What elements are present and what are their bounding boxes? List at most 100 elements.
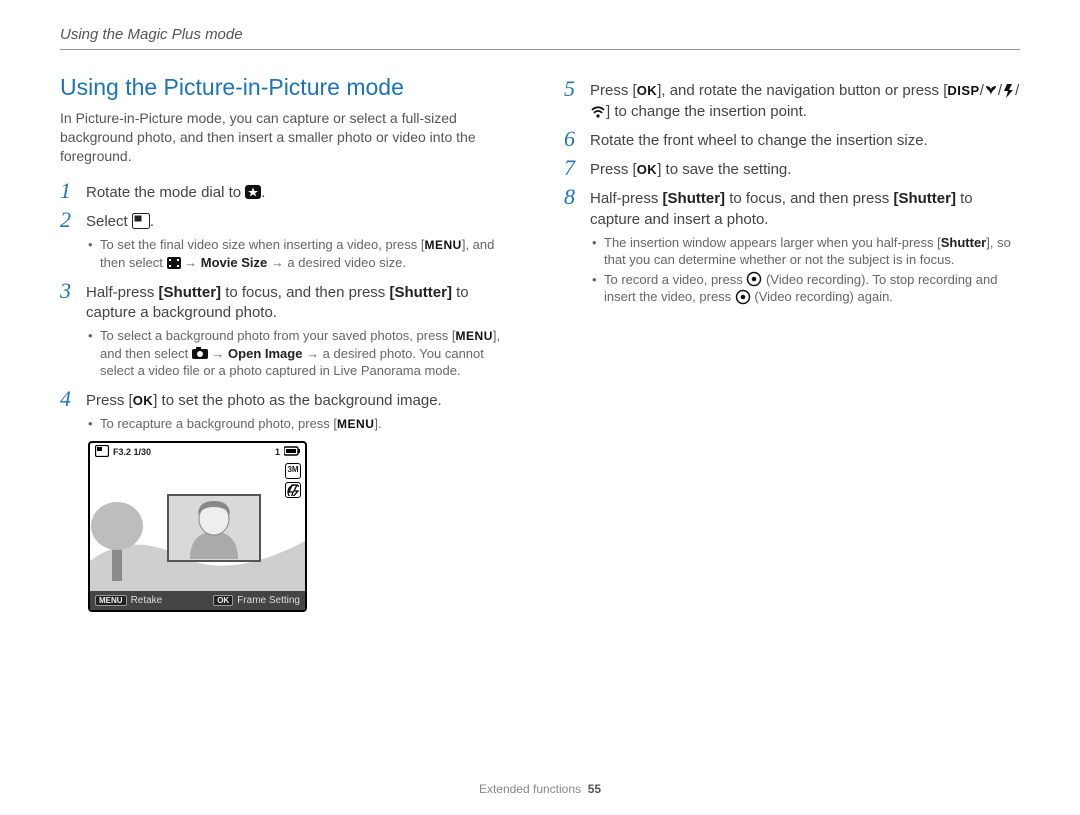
step-body: Half-press [Shutter] to focus, and then … xyxy=(86,280,516,324)
lcd-illustration: F3.2 1/30 1 xyxy=(88,441,307,613)
section-header: Using the Magic Plus mode xyxy=(60,25,1020,45)
note-text: To record a video, press xyxy=(604,272,746,287)
step-1: 1 Rotate the mode dial to . xyxy=(60,180,516,203)
intro-paragraph: In Picture-in-Picture mode, you can capt… xyxy=(60,109,516,166)
lcd-topbar: F3.2 1/30 1 xyxy=(90,443,305,461)
step-6: 6 Rotate the front wheel to change the i… xyxy=(564,128,1020,151)
note-item: To select a background photo from your s… xyxy=(88,327,516,380)
menu-button-label: MENU xyxy=(456,328,493,344)
step-text: . xyxy=(261,184,265,201)
rec-icon xyxy=(735,289,751,305)
flash-off-icon xyxy=(285,482,301,498)
pip-mode-icon xyxy=(132,213,150,229)
step-text: Press [ xyxy=(590,161,637,178)
step-text: . xyxy=(150,213,154,230)
section-label: Using the Magic Plus mode xyxy=(60,26,243,43)
step-text: Press [ xyxy=(86,392,133,409)
footer-label: Extended functions xyxy=(479,782,581,796)
bold-text: Shutter xyxy=(941,235,987,250)
left-column: Using the Picture-in-Picture mode In Pic… xyxy=(60,72,516,612)
note-text: To select a background photo from your s… xyxy=(100,328,456,343)
ok-key-icon: OK xyxy=(213,595,233,606)
step-number: 4 xyxy=(60,388,76,410)
lcd-bottom-right: OK Frame Setting xyxy=(213,594,300,608)
step-2-notes: To set the final video size when inserti… xyxy=(60,236,516,271)
lcd-bottom-left: MENURetake xyxy=(95,594,162,608)
slash: / xyxy=(1015,82,1019,99)
menu-button-label: MENU xyxy=(337,416,374,432)
page-number: 55 xyxy=(588,782,601,796)
header-rule xyxy=(60,49,1020,50)
step-text: Half-press xyxy=(590,190,663,207)
step-body: Press [OK], and rotate the navigation bu… xyxy=(590,78,1020,122)
page-footer: Extended functions 55 xyxy=(0,781,1080,797)
step-text: ] to save the setting. xyxy=(657,161,791,178)
step-number: 6 xyxy=(564,128,580,150)
step-text: Press [ xyxy=(590,82,637,99)
menu-key-icon: MENU xyxy=(95,595,127,606)
note-item: To record a video, press (Video recordin… xyxy=(592,271,1020,306)
bold-text: Open Image xyxy=(228,346,302,361)
lcd-shot-count: 1 xyxy=(275,446,280,458)
step-3: 3 Half-press [Shutter] to focus, and the… xyxy=(60,280,516,324)
note-text: The insertion window appears larger when… xyxy=(604,235,941,250)
lcd-scene: 3M xyxy=(90,461,305,591)
menu-button-label: MENU xyxy=(424,237,461,253)
ok-button-label: OK xyxy=(637,161,658,179)
step-number: 3 xyxy=(60,280,76,302)
step-4: 4 Press [OK] to set the photo as the bac… xyxy=(60,388,516,411)
step-8: 8 Half-press [Shutter] to focus, and the… xyxy=(564,186,1020,230)
note-text: To recapture a background photo, press [ xyxy=(100,416,337,431)
step-text: ] to set the photo as the background ima… xyxy=(153,392,442,409)
lcd-side-icons: 3M xyxy=(285,463,301,498)
wifi-icon xyxy=(590,104,606,118)
step-text: Half-press xyxy=(86,284,159,301)
step-number: 5 xyxy=(564,78,580,100)
note-text: → a desired video size. xyxy=(267,255,406,270)
disp-button-label: DISP xyxy=(947,82,979,100)
step-body: Half-press [Shutter] to focus, and then … xyxy=(590,186,1020,230)
bold-text: [Shutter] xyxy=(389,284,452,301)
step-text: to focus, and then press xyxy=(725,190,893,207)
flash-icon xyxy=(1002,83,1015,98)
bold-text: [Shutter] xyxy=(893,190,956,207)
step-number: 7 xyxy=(564,157,580,179)
step-body: Select . xyxy=(86,209,516,232)
lcd-frame-setting-label: Frame Setting xyxy=(237,595,300,606)
macro-icon xyxy=(984,83,998,97)
step-body: Rotate the front wheel to change the ins… xyxy=(590,128,1020,151)
step-text: ] to change the insertion point. xyxy=(606,103,807,120)
note-item: To recapture a background photo, press [… xyxy=(88,415,516,433)
camera-icon xyxy=(192,346,208,360)
step-text: Rotate the mode dial to xyxy=(86,184,245,201)
lcd-exposure-info: F3.2 1/30 xyxy=(113,446,151,458)
step-number: 1 xyxy=(60,180,76,202)
step-body: Press [OK] to save the setting. xyxy=(590,157,1020,180)
step-text: Select xyxy=(86,213,132,230)
step-text: to focus, and then press xyxy=(221,284,389,301)
arrow: → xyxy=(208,346,228,361)
lcd-top-left: F3.2 1/30 xyxy=(95,446,151,458)
star-dial-icon xyxy=(245,185,261,199)
step-text: ], and rotate the navigation button or p… xyxy=(657,82,947,99)
page-heading: Using the Picture-in-Picture mode xyxy=(60,72,516,103)
step-number: 8 xyxy=(564,186,580,208)
pip-small-icon xyxy=(95,445,109,457)
size-badge-icon: 3M xyxy=(285,463,301,479)
step-2: 2 Select . xyxy=(60,209,516,232)
bold-text: [Shutter] xyxy=(663,190,726,207)
step-3-notes: To select a background photo from your s… xyxy=(60,327,516,380)
step-7: 7 Press [OK] to save the setting. xyxy=(564,157,1020,180)
ok-button-label: OK xyxy=(637,82,658,100)
step-body: Press [OK] to set the photo as the backg… xyxy=(86,388,516,411)
step-number: 2 xyxy=(60,209,76,231)
movie-icon xyxy=(167,256,181,270)
note-text: To set the final video size when inserti… xyxy=(100,237,424,252)
right-column: 5 Press [OK], and rotate the navigation … xyxy=(564,72,1020,612)
step-4-notes: To recapture a background photo, press [… xyxy=(60,415,516,433)
note-item: The insertion window appears larger when… xyxy=(592,234,1020,269)
step-8-notes: The insertion window appears larger when… xyxy=(564,234,1020,306)
content-columns: Using the Picture-in-Picture mode In Pic… xyxy=(60,72,1020,612)
lcd-top-right: 1 xyxy=(275,446,300,458)
arrow: → xyxy=(181,255,201,270)
